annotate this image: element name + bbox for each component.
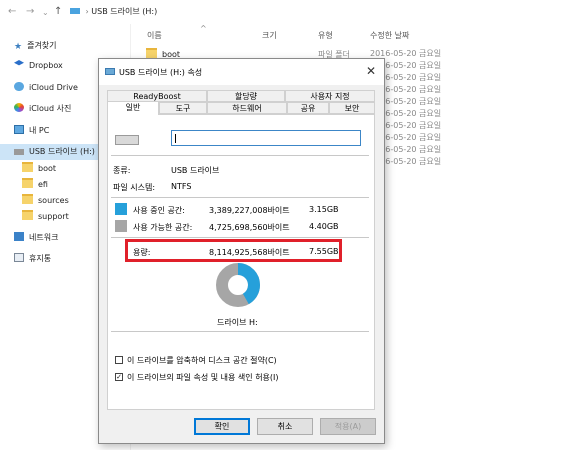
text-caret — [175, 134, 176, 143]
tab-security[interactable]: 보안 — [329, 102, 375, 114]
divider — [111, 331, 369, 332]
star-icon: ★ — [14, 42, 23, 52]
free-space-label: 사용 가능한 공간: — [133, 223, 193, 232]
sidebar-item-efi[interactable]: efi — [22, 177, 48, 193]
column-date[interactable]: 수정한 날짜 — [370, 30, 409, 41]
up-icon[interactable]: ↑ — [54, 6, 62, 17]
free-space-bytes: 4,725,698,560바이트 — [209, 223, 290, 232]
capacity-bytes: 8,114,925,568바이트 — [209, 248, 290, 257]
tab-hardware[interactable]: 하드웨어 — [207, 102, 287, 114]
dialog-titlebar[interactable]: USB 드라이브 (H:) 속성 ✕ — [99, 59, 384, 85]
back-icon[interactable]: ← — [8, 6, 16, 17]
explorer-navbar: ← → ⌄ ↑ › USB 드라이브 (H:) — [0, 0, 580, 24]
free-space-gb: 4.40GB — [309, 222, 339, 231]
used-space-bytes: 3,389,227,008바이트 — [209, 206, 290, 215]
tab-sharing[interactable]: 공유 — [287, 102, 329, 114]
column-type[interactable]: 유형 — [318, 30, 333, 41]
recycle-bin-icon — [14, 253, 24, 262]
sidebar-item-dropbox[interactable]: Dropbox — [14, 58, 63, 74]
folder-icon — [146, 48, 157, 58]
drive-letter-label: 드라이브 H: — [217, 318, 258, 327]
compress-checkbox[interactable] — [115, 356, 123, 364]
ok-button[interactable]: 확인 — [194, 418, 250, 435]
properties-dialog: USB 드라이브 (H:) 속성 ✕ ReadyBoost 할당량 사용자 지정… — [98, 58, 385, 444]
recent-chevron-icon[interactable]: ⌄ — [42, 8, 49, 17]
dialog-title: USB 드라이브 (H:) 속성 — [119, 68, 203, 77]
dropbox-icon — [14, 60, 24, 66]
tab-tools[interactable]: 도구 — [159, 102, 207, 114]
divider — [111, 155, 369, 156]
tab-customize[interactable]: 사용자 지정 — [285, 90, 375, 102]
breadcrumb-separator-icon: › — [85, 7, 89, 16]
capacity-gb: 7.55GB — [309, 247, 339, 256]
sort-up-icon: ^ — [200, 24, 207, 33]
filesystem-label: 파일 시스템: — [113, 183, 156, 192]
sidebar-item-usb-drive[interactable]: USB 드라이브 (H:) — [14, 144, 95, 160]
pc-icon — [14, 125, 24, 134]
column-size[interactable]: 크기 — [262, 30, 277, 41]
cancel-button[interactable]: 취소 — [257, 418, 313, 435]
sidebar-item-icloud-photos[interactable]: iCloud 사진 — [14, 101, 71, 117]
type-label: 종류: — [113, 166, 131, 175]
cloud-icon — [14, 82, 24, 91]
sidebar-item-network[interactable]: 네트워크 — [14, 230, 58, 246]
type-value: USB 드라이브 — [171, 166, 220, 175]
tab-quota[interactable]: 할당량 — [207, 90, 285, 102]
divider — [111, 197, 369, 198]
usage-donut-chart — [216, 263, 260, 307]
usb-drive-icon — [105, 68, 115, 75]
address-bar[interactable]: › USB 드라이브 (H:) — [70, 4, 157, 20]
sidebar-item-sources[interactable]: sources — [22, 193, 69, 209]
sidebar-item-icloud-drive[interactable]: iCloud Drive — [14, 80, 78, 96]
close-icon[interactable]: ✕ — [366, 64, 376, 78]
usb-drive-icon — [70, 8, 80, 14]
filesystem-value: NTFS — [171, 182, 192, 191]
address-text: USB 드라이브 (H:) — [91, 7, 158, 16]
folder-icon — [22, 162, 33, 172]
sidebar-item-favorites[interactable]: ★ 즐겨찾기 — [14, 38, 57, 54]
sidebar-item-recycle-bin[interactable]: 휴지통 — [14, 251, 51, 267]
free-space-swatch — [115, 220, 127, 232]
compress-label[interactable]: 이 드라이브를 압축하여 디스크 공간 절약(C) — [127, 355, 277, 366]
used-space-swatch — [115, 203, 127, 215]
sidebar-item-support[interactable]: support — [22, 209, 69, 225]
sidebar-item-boot[interactable]: boot — [22, 161, 56, 177]
used-space-gb: 3.15GB — [309, 205, 339, 214]
tab-general[interactable]: 일반 — [107, 101, 159, 115]
drive-icon — [115, 135, 139, 145]
index-checkbox[interactable]: ✓ — [115, 373, 123, 381]
sidebar-item-this-pc[interactable]: 내 PC — [14, 123, 49, 139]
folder-icon — [22, 194, 33, 204]
index-label[interactable]: 이 드라이브의 파일 속성 및 내용 색인 허용(I) — [127, 372, 279, 383]
capacity-label: 용량: — [133, 248, 151, 257]
folder-icon — [22, 178, 33, 188]
column-name[interactable]: 이름 — [147, 30, 162, 41]
folder-icon — [22, 210, 33, 220]
used-space-label: 사용 중인 공간: — [133, 206, 185, 215]
apply-button[interactable]: 적용(A) — [320, 418, 376, 435]
drive-name-input[interactable] — [171, 130, 361, 146]
photos-icon — [14, 103, 24, 112]
network-icon — [14, 232, 24, 241]
divider — [111, 237, 369, 238]
usb-drive-icon — [14, 149, 24, 155]
forward-icon[interactable]: → — [26, 6, 34, 17]
